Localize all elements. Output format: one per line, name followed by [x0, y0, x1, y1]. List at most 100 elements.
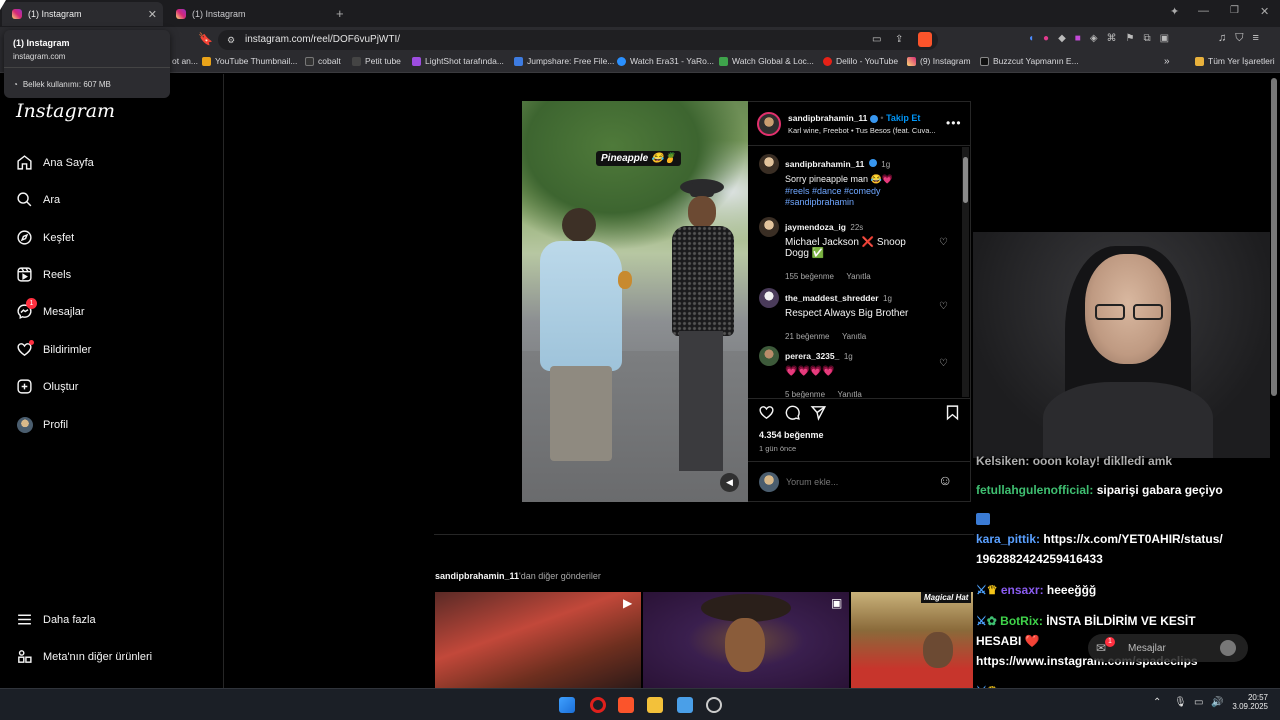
site-settings-icon[interactable]: ⚙ — [227, 30, 235, 50]
page-scrollbar[interactable] — [1270, 78, 1278, 688]
sidebar-item-notifications[interactable]: Bildirimler — [16, 340, 91, 358]
brave-shield-icon[interactable] — [918, 32, 932, 47]
sidebar-item-search[interactable]: Ara — [16, 191, 60, 208]
follow-button[interactable]: Takip Et — [886, 113, 920, 123]
reel-video[interactable]: Pineapple 😂🍍 ◀ — [522, 101, 748, 502]
post-thumbnail[interactable]: Magical Hat — [851, 592, 973, 688]
commenter-avatar[interactable] — [759, 346, 779, 366]
ext-icon[interactable]: ⧉ — [1144, 33, 1151, 44]
messages-pill[interactable]: ✉ 1 Mesajlar — [1088, 634, 1248, 662]
reply-button[interactable]: Yanıtla — [846, 272, 870, 281]
ext-icon[interactable]: ◆ — [1058, 33, 1066, 44]
reply-button[interactable]: Yanıtla — [842, 332, 866, 341]
sidebar-item-reels[interactable]: Reels — [16, 266, 71, 283]
sidebar-item-more[interactable]: Daha fazla — [16, 611, 96, 628]
bookmark-item[interactable]: YouTube Thumbnail... — [202, 56, 297, 66]
sidebar-item-home[interactable]: Ana Sayfa — [16, 154, 94, 171]
more-posts-username[interactable]: sandipbrahamin_11 — [435, 571, 519, 581]
caption-username[interactable]: sandipbrahamin_11 — [785, 159, 864, 169]
maximize-icon[interactable]: ❐ — [1230, 5, 1239, 16]
sidebar-item-meta[interactable]: Meta'nın diğer ürünleri — [16, 648, 152, 665]
scroll-thumb[interactable] — [1271, 78, 1277, 396]
comment-username[interactable]: jaymendoza_ig — [785, 222, 846, 232]
like-comment-icon[interactable]: ♡ — [939, 301, 949, 312]
music-icon[interactable]: ♫ — [1218, 32, 1226, 45]
clock[interactable]: 20:57 3.09.2025 — [1232, 693, 1268, 711]
sidebar-item-messages[interactable]: 1 Mesajlar — [16, 298, 85, 320]
ext-icon[interactable]: ◈ — [1090, 33, 1098, 44]
like-count[interactable]: 4.354 beğenme — [759, 430, 824, 440]
close-tab-icon[interactable]: ✕ — [148, 8, 157, 21]
instagram-logo[interactable]: Instagram — [16, 100, 115, 122]
bookmark-item[interactable]: Delilo - YouTube — [823, 56, 898, 66]
tab-instagram-active[interactable]: (1) Instagram ✕ — [2, 2, 163, 26]
audio-track[interactable]: Karl wine, Freebot • Tus Besos (feat. Cu… — [788, 126, 943, 135]
more-options-icon[interactable]: ••• — [946, 116, 962, 130]
new-tab-icon[interactable]: + — [336, 6, 344, 21]
photos-icon[interactable] — [677, 697, 693, 713]
commenter-avatar[interactable] — [759, 217, 779, 237]
all-bookmarks[interactable]: Tüm Yer İşaretleri — [1195, 56, 1275, 66]
close-window-icon[interactable]: ✕ — [1260, 5, 1269, 18]
ext-icon[interactable]: ● — [1043, 33, 1049, 44]
share-icon[interactable]: ⇪ — [895, 30, 903, 50]
bookmark-item[interactable]: Jumpshare: Free File... — [514, 56, 614, 66]
emoji-icon[interactable]: ☺ — [938, 472, 952, 488]
ext-icon[interactable]: ⚑ — [1126, 33, 1135, 44]
obs-icon[interactable] — [706, 697, 722, 713]
opera-icon[interactable] — [590, 697, 606, 713]
tab-instagram[interactable]: (1) Instagram — [166, 2, 327, 26]
network-icon[interactable]: ▭ — [1194, 697, 1203, 708]
scroll-thumb[interactable] — [963, 157, 968, 203]
tray-chevron-icon[interactable]: ⌃ — [1153, 697, 1161, 708]
caption-avatar[interactable] — [759, 154, 779, 174]
sidebar-item-create[interactable]: Oluştur — [16, 378, 78, 395]
vpn-icon[interactable]: ⛉ — [1235, 32, 1243, 45]
cast-icon[interactable]: ▭ — [872, 30, 881, 50]
extensions-icon[interactable]: ✦ — [1170, 5, 1179, 18]
windows-start-icon[interactable] — [559, 697, 575, 713]
minimize-icon[interactable]: — — [1198, 5, 1209, 17]
commenter-avatar[interactable] — [759, 288, 779, 308]
ext-icon[interactable]: ▣ — [1160, 33, 1169, 44]
like-icon[interactable] — [758, 404, 775, 426]
post-thumbnail[interactable]: ▶ — [435, 592, 641, 688]
bookmark-item[interactable]: Watch Global & Loc... — [719, 56, 814, 66]
volume-icon[interactable]: ◀ — [720, 473, 739, 492]
bookmark-item[interactable]: Watch Era31 - YaRo... — [617, 56, 714, 66]
author-username[interactable]: sandipbrahamin_11 — [788, 113, 867, 123]
ext-icon[interactable]: ■ — [1075, 33, 1081, 44]
bookmark-item[interactable]: (9) Instagram — [907, 56, 971, 66]
menu-icon[interactable]: ≡ — [1253, 32, 1259, 45]
url-field[interactable]: ⚙ instagram.com/reel/DOF6vuPjWTI/ ▭ ⇪ — [218, 30, 938, 50]
comment-input[interactable] — [786, 474, 931, 490]
bookmark-item[interactable]: ot an... — [172, 56, 198, 66]
comment-username[interactable]: the_maddest_shredder — [785, 293, 879, 303]
ext-icon[interactable]: ⌘ — [1107, 33, 1117, 44]
bookmark-item[interactable]: LightShot tarafında... — [412, 56, 504, 66]
bookmark-item[interactable]: Buzzcut Yapmanın E... — [980, 56, 1079, 66]
sidebar-item-profile[interactable]: Profil — [16, 416, 68, 433]
mic-icon[interactable]: 🎙 — [1174, 697, 1187, 708]
comment-likes[interactable]: 155 beğenme — [785, 272, 834, 281]
post-thumbnail[interactable]: ▣ — [643, 592, 849, 688]
bookmark-item[interactable]: Petit tube — [352, 56, 401, 66]
like-comment-icon[interactable]: ♡ — [939, 358, 949, 369]
like-comment-icon[interactable]: ♡ — [939, 237, 949, 248]
file-explorer-icon[interactable] — [647, 697, 663, 713]
comments-scrollbar[interactable] — [962, 147, 969, 397]
comment-username[interactable]: perera_3235_ — [785, 351, 839, 361]
author-avatar[interactable] — [757, 112, 781, 136]
comment-likes[interactable]: 21 beğenme — [785, 332, 829, 341]
ext-icon[interactable]: ◖ — [1028, 33, 1034, 44]
caption-hashtags[interactable]: #sandipbrahamin — [785, 197, 955, 207]
sidebar-item-explore[interactable]: Keşfet — [16, 229, 74, 246]
more-bookmarks-icon[interactable]: » — [1164, 56, 1170, 67]
share-icon[interactable] — [810, 404, 827, 426]
bookmark-icon[interactable]: 🔖 — [198, 32, 213, 46]
volume-icon[interactable]: 🔊 — [1211, 697, 1223, 708]
save-icon[interactable] — [944, 404, 961, 426]
caption-hashtags[interactable]: #reels #dance #comedy — [785, 186, 955, 196]
comment-icon[interactable] — [784, 404, 801, 426]
brave-icon[interactable] — [618, 697, 634, 713]
